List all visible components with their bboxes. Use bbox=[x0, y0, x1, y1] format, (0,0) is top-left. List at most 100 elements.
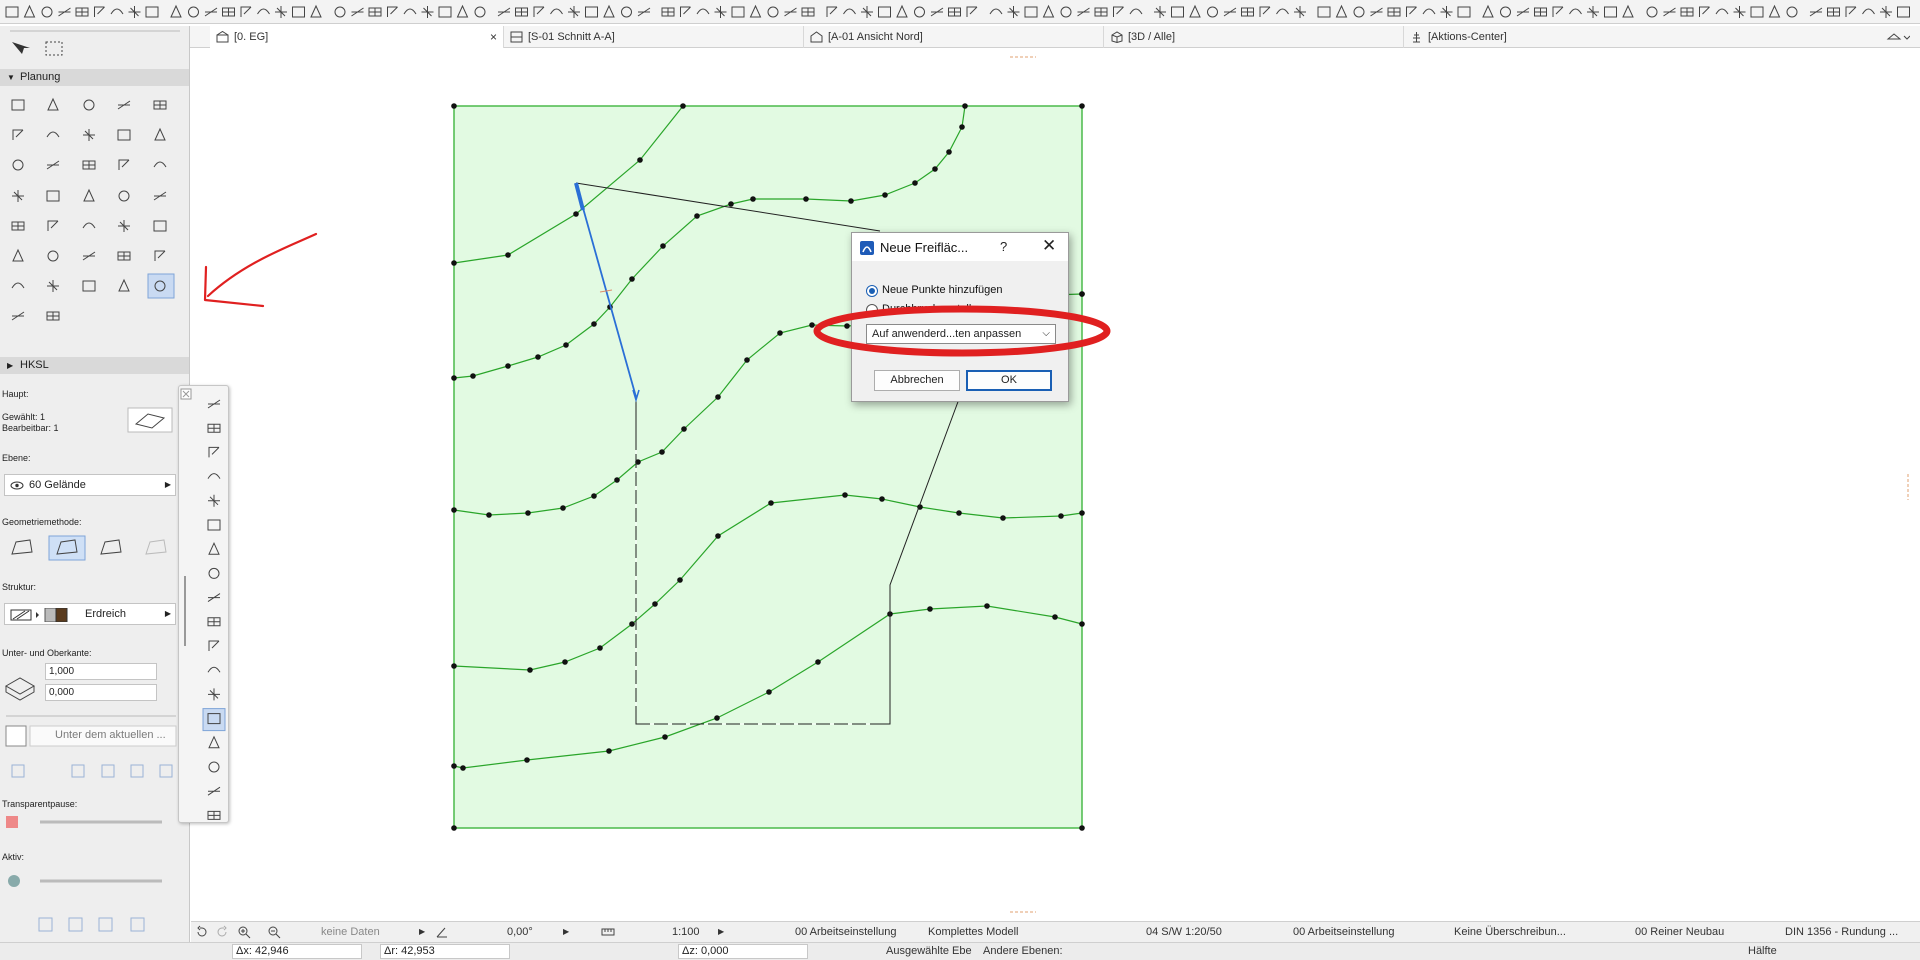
toolbar-tool-icon[interactable] bbox=[1699, 6, 1710, 17]
geometry-method-icon[interactable] bbox=[100, 539, 122, 555]
palette-tool-icon[interactable] bbox=[208, 640, 220, 651]
contour-point[interactable] bbox=[505, 363, 511, 369]
toolbar-tool-icon[interactable] bbox=[1294, 6, 1306, 18]
toolbar-tool-icon[interactable] bbox=[1457, 6, 1471, 18]
toolbar-tool-icon[interactable] bbox=[661, 7, 675, 17]
contour-point[interactable] bbox=[956, 510, 962, 516]
toolbar-tool-icon[interactable] bbox=[731, 6, 745, 18]
contour-point[interactable] bbox=[451, 260, 457, 266]
close-tab-icon[interactable]: × bbox=[490, 26, 497, 48]
undo-view-icon[interactable] bbox=[195, 925, 209, 939]
toolbar-tool-icon[interactable] bbox=[603, 4, 615, 18]
toolbar-tool-icon[interactable] bbox=[696, 8, 710, 15]
contour-point[interactable] bbox=[677, 577, 683, 583]
toolbar-tool-icon[interactable] bbox=[292, 6, 305, 18]
tab-section-s01[interactable]: [S-01 Schnitt A-A] bbox=[504, 26, 804, 48]
contour-point[interactable] bbox=[768, 500, 774, 506]
contour-point[interactable] bbox=[659, 449, 665, 455]
design-tool-icon[interactable] bbox=[153, 191, 167, 201]
toolbar-tool-icon[interactable] bbox=[110, 8, 124, 15]
toolbar-tool-icon[interactable] bbox=[1663, 7, 1676, 17]
toolbar-tool-icon[interactable] bbox=[474, 6, 486, 18]
contour-point[interactable] bbox=[694, 213, 700, 219]
design-tool-icon[interactable] bbox=[153, 161, 167, 168]
toolbar-tool-icon[interactable] bbox=[94, 6, 105, 17]
toolbar-tool-icon[interactable] bbox=[948, 7, 961, 17]
toolbar-tool-icon[interactable] bbox=[896, 4, 908, 18]
boundary-corner-point[interactable] bbox=[1079, 291, 1085, 297]
design-tool-icon[interactable] bbox=[117, 100, 131, 110]
radio-add-new-points[interactable] bbox=[866, 285, 878, 297]
delta-r-field[interactable]: Δr: 42,953 bbox=[380, 944, 510, 959]
toolbar-tool-icon[interactable] bbox=[1007, 6, 1020, 18]
contour-point[interactable] bbox=[660, 243, 666, 249]
contour-point[interactable] bbox=[637, 157, 643, 163]
design-tool-icon[interactable] bbox=[154, 127, 166, 141]
design-tool-icon[interactable] bbox=[118, 220, 130, 232]
contour-point[interactable] bbox=[777, 330, 783, 336]
contour-point[interactable] bbox=[848, 198, 854, 204]
radio-create-hole[interactable] bbox=[866, 304, 878, 316]
toolbar-tool-icon[interactable] bbox=[1680, 7, 1694, 17]
design-tool-icon[interactable] bbox=[117, 129, 131, 141]
toolbar-tool-icon[interactable] bbox=[801, 7, 815, 17]
zoom-out-icon[interactable] bbox=[267, 925, 281, 939]
toolbar-tool-icon[interactable] bbox=[1569, 8, 1582, 15]
toolbar-tool-icon[interactable] bbox=[1259, 6, 1271, 17]
section-header-planung[interactable]: ▼ Planung bbox=[0, 69, 189, 86]
toolbar-tool-icon[interactable] bbox=[75, 7, 89, 17]
toolbar-tool-icon[interactable] bbox=[1154, 6, 1166, 18]
design-tool-icon[interactable] bbox=[83, 188, 95, 202]
tab-3d-all[interactable]: [3D / Alle] bbox=[1104, 26, 1404, 48]
toolbar-icons[interactable] bbox=[0, 0, 1920, 24]
palette-tool-icon[interactable] bbox=[207, 519, 221, 531]
contour-point[interactable] bbox=[882, 192, 888, 198]
toolbar-tool-icon[interactable] bbox=[1750, 6, 1764, 18]
boundary-corner-point[interactable] bbox=[451, 103, 457, 109]
toolbar-tool-icon[interactable] bbox=[23, 4, 36, 18]
toolbar-tool-icon[interactable] bbox=[878, 6, 891, 18]
toolbar-tool-icon[interactable] bbox=[1733, 6, 1746, 18]
design-tool-icon[interactable] bbox=[118, 159, 130, 170]
contour-point[interactable] bbox=[809, 322, 815, 328]
contour-point[interactable] bbox=[562, 659, 568, 665]
mesh-preview-icon[interactable] bbox=[127, 407, 173, 433]
toolbar-tool-icon[interactable] bbox=[257, 8, 270, 15]
design-tool-icon[interactable] bbox=[47, 280, 59, 292]
palette-tool-icon[interactable] bbox=[208, 761, 220, 773]
contour-point[interactable] bbox=[486, 512, 492, 518]
design-tool-icon[interactable] bbox=[46, 311, 60, 321]
toolbar-tool-icon[interactable] bbox=[1534, 7, 1547, 17]
toolbar-tool-icon[interactable] bbox=[930, 7, 944, 17]
tab-elevation-a01[interactable]: [A-01 Ansicht Nord] bbox=[804, 26, 1104, 48]
layer-selector[interactable]: 60 Gelände ▶ bbox=[4, 474, 176, 496]
model-view[interactable]: Komplettes Modell bbox=[928, 922, 1019, 942]
contour-point[interactable] bbox=[715, 533, 721, 539]
toolbar-tool-icon[interactable] bbox=[1422, 8, 1436, 15]
arrow-right-icon[interactable]: ▶ bbox=[419, 922, 425, 942]
contour-point[interactable] bbox=[1000, 515, 1006, 521]
toolbar-tool-icon[interactable] bbox=[310, 4, 322, 18]
toolbar-tool-icon[interactable] bbox=[1223, 7, 1237, 17]
toolbar-tool-icon[interactable] bbox=[1335, 4, 1348, 18]
contour-point[interactable] bbox=[614, 477, 620, 483]
section-header-hksl[interactable]: ▶ HKSL bbox=[0, 357, 189, 374]
pen-set[interactable]: 04 S/W 1:20/50 bbox=[1146, 922, 1222, 942]
contour-point[interactable] bbox=[1079, 510, 1085, 516]
geometry-method-icon[interactable] bbox=[11, 539, 33, 555]
contour-point[interactable] bbox=[451, 375, 457, 381]
structure-selector[interactable]: Erdreich ▶ bbox=[4, 603, 176, 625]
contour-point[interactable] bbox=[505, 252, 511, 258]
palette-tool-icon[interactable] bbox=[208, 446, 220, 458]
palette-tool-icon[interactable] bbox=[208, 567, 220, 579]
contour-point[interactable] bbox=[451, 663, 457, 669]
contour-point[interactable] bbox=[591, 493, 597, 499]
transparency-swatch[interactable] bbox=[6, 816, 18, 828]
contour-point[interactable] bbox=[597, 645, 603, 651]
toolbar-tool-icon[interactable] bbox=[351, 7, 364, 17]
contour-point[interactable] bbox=[451, 763, 457, 769]
toolbar-tool-icon[interactable] bbox=[497, 7, 511, 17]
toolbar-tool-icon[interactable] bbox=[1862, 8, 1875, 15]
toolbar-tool-icon[interactable] bbox=[1387, 7, 1401, 17]
design-tool-icon[interactable] bbox=[11, 221, 25, 231]
